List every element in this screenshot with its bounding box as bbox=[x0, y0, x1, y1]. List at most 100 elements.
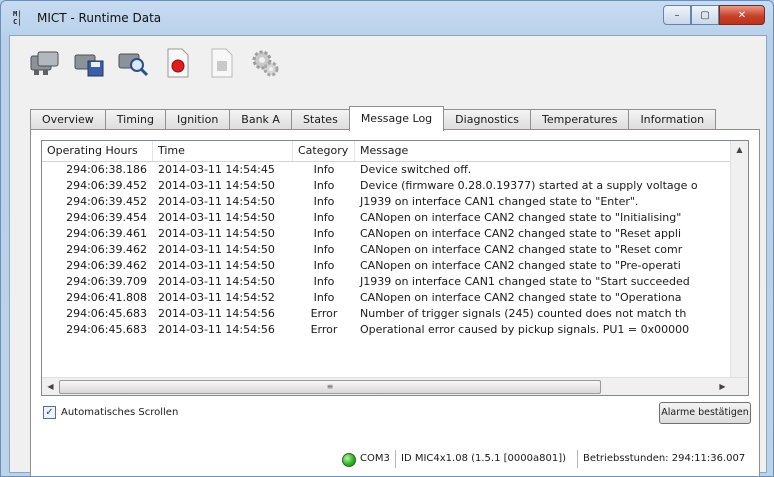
tab-temperatures[interactable]: Temperatures bbox=[530, 109, 630, 130]
search-icon bbox=[118, 53, 149, 77]
status-port: COM3 bbox=[360, 453, 390, 464]
time-cell: 2014-03-11 14:54:50 bbox=[158, 195, 275, 208]
category-cell: Info bbox=[313, 227, 335, 240]
time-cell: 2014-03-11 14:54:50 bbox=[158, 243, 275, 256]
maximize-icon: ▢ bbox=[700, 9, 710, 21]
close-button[interactable]: ✕ bbox=[719, 5, 765, 25]
tab-diagnostics[interactable]: Diagnostics bbox=[443, 109, 532, 130]
list-body: 294:06:38.186 2014-03-11 14:54:45 Info Devi… bbox=[42, 162, 731, 378]
table-row[interactable]: 294:06:39.461 2014-03-11 14:54:50 Info CANo… bbox=[42, 226, 731, 242]
table-row[interactable]: 294:06:38.186 2014-03-11 14:54:45 Info Devi… bbox=[42, 162, 731, 178]
vertical-scrollbar[interactable]: ▲ bbox=[730, 141, 748, 378]
client-area: Overview Timing Ignition Bank A States M… bbox=[9, 35, 767, 476]
acknowledge-alarms-button[interactable]: Alarme bestätigen bbox=[659, 402, 751, 424]
record-button[interactable] bbox=[158, 44, 196, 82]
category-cell: Info bbox=[313, 259, 335, 272]
tab-overview[interactable]: Overview bbox=[30, 109, 106, 130]
operating-hours-cell: 294:06:39.454 bbox=[66, 211, 147, 224]
window-controls: – ▢ ✕ bbox=[663, 5, 765, 25]
message-cell: J1939 on interface CAN1 changed state to… bbox=[360, 195, 639, 208]
message-cell: CANopen on interface CAN2 changed state … bbox=[360, 211, 682, 224]
table-row[interactable]: 294:06:45.683 2014-03-11 14:54:56 Error Num… bbox=[42, 306, 731, 322]
category-cell: Info bbox=[313, 291, 335, 304]
read-engines-button[interactable] bbox=[26, 44, 64, 82]
tab-strip: Overview Timing Ignition Bank A States M… bbox=[30, 106, 717, 131]
scroll-left-icon[interactable]: ◀ bbox=[42, 378, 59, 395]
settings-gear-icon bbox=[252, 50, 279, 77]
time-cell: 2014-03-11 14:54:56 bbox=[158, 323, 275, 336]
message-cell: CANopen on interface CAN2 changed state … bbox=[360, 243, 683, 256]
category-cell: Info bbox=[313, 195, 335, 208]
save-button[interactable] bbox=[70, 44, 108, 82]
toolbar bbox=[26, 44, 284, 86]
scroll-right-icon[interactable]: ▶ bbox=[714, 378, 731, 395]
status-runtime: Betriebsstunden: 294:11:36.007 bbox=[583, 453, 746, 464]
scroll-up-icon[interactable]: ▲ bbox=[731, 141, 748, 158]
table-row[interactable]: 294:06:39.709 2014-03-11 14:54:50 Info J193… bbox=[42, 274, 731, 290]
tab-ignition[interactable]: Ignition bbox=[164, 109, 231, 130]
stop-icon bbox=[211, 48, 233, 78]
settings-button[interactable] bbox=[246, 44, 284, 82]
maximize-button[interactable]: ▢ bbox=[691, 5, 719, 25]
operating-hours-cell: 294:06:39.462 bbox=[66, 243, 147, 256]
tab-timing[interactable]: Timing bbox=[104, 109, 166, 130]
main-window: M| C| MICT - Runtime Data – ▢ ✕ Overview… bbox=[0, 0, 774, 477]
message-log-list[interactable]: Operating Hours Time Category Message 29… bbox=[41, 140, 749, 396]
message-cell: CANopen on interface CAN2 changed state … bbox=[360, 291, 682, 304]
status-device-id: ID MIC4x1.08 (1.5.1 [0000a801]) bbox=[401, 453, 567, 464]
table-row[interactable]: 294:06:39.462 2014-03-11 14:54:50 Info CANo… bbox=[42, 258, 731, 274]
table-row[interactable]: 294:06:39.452 2014-03-11 14:54:50 Info J193… bbox=[42, 194, 731, 210]
operating-hours-cell: 294:06:39.452 bbox=[66, 179, 147, 192]
minimize-icon: – bbox=[674, 9, 680, 21]
category-cell: Info bbox=[313, 275, 335, 288]
table-row[interactable]: 294:06:39.452 2014-03-11 14:54:50 Info Devi… bbox=[42, 178, 731, 194]
message-cell: CANopen on interface CAN2 changed state … bbox=[360, 259, 681, 272]
operating-hours-cell: 294:06:39.461 bbox=[66, 227, 147, 240]
tab-bank-a[interactable]: Bank A bbox=[229, 109, 292, 130]
autoscroll-option[interactable]: ✓ Automatisches Scrollen bbox=[43, 406, 178, 419]
table-row[interactable]: 294:06:41.808 2014-03-11 14:54:52 Info CANo… bbox=[42, 290, 731, 306]
operating-hours-cell: 294:06:38.186 bbox=[66, 163, 147, 176]
minimize-button[interactable]: – bbox=[663, 5, 691, 25]
read-engines-icon bbox=[30, 51, 59, 75]
column-operating-hours[interactable]: Operating Hours bbox=[42, 141, 153, 161]
message-cell: CANopen on interface CAN2 changed state … bbox=[360, 227, 682, 240]
close-icon: ✕ bbox=[737, 9, 747, 21]
autoscroll-checkbox[interactable]: ✓ bbox=[43, 406, 56, 419]
time-cell: 2014-03-11 14:54:50 bbox=[158, 259, 275, 272]
message-cell: Number of trigger signals (245) counted … bbox=[360, 307, 687, 320]
mict-app-icon: M| C| bbox=[13, 10, 22, 26]
message-cell: J1939 on interface CAN1 changed state to… bbox=[360, 275, 690, 288]
save-disk-icon bbox=[74, 54, 104, 77]
column-category[interactable]: Category bbox=[293, 141, 355, 161]
tab-message-log[interactable]: Message Log bbox=[348, 106, 445, 131]
operating-hours-cell: 294:06:41.808 bbox=[66, 291, 147, 304]
title-bar[interactable]: M| C| MICT - Runtime Data – ▢ ✕ bbox=[1, 1, 773, 35]
window-title: MICT - Runtime Data bbox=[37, 11, 162, 25]
table-row[interactable]: 294:06:39.454 2014-03-11 14:54:50 Info CANo… bbox=[42, 210, 731, 226]
operating-hours-cell: 294:06:45.683 bbox=[66, 307, 147, 320]
time-cell: 2014-03-11 14:54:50 bbox=[158, 227, 275, 240]
time-cell: 2014-03-11 14:54:45 bbox=[158, 163, 275, 176]
time-cell: 2014-03-11 14:54:50 bbox=[158, 275, 275, 288]
horizontal-scrollbar[interactable]: ◀ ≡ ▶ bbox=[42, 377, 748, 395]
column-time[interactable]: Time bbox=[153, 141, 293, 161]
time-cell: 2014-03-11 14:54:56 bbox=[158, 307, 275, 320]
status-bar: COM3 ID MIC4x1.08 (1.5.1 [0000a801]) Bet… bbox=[10, 446, 766, 472]
list-header: Operating Hours Time Category Message bbox=[42, 141, 731, 162]
tab-information[interactable]: Information bbox=[628, 109, 717, 130]
message-cell: Operational error caused by pickup signa… bbox=[360, 323, 690, 336]
checkmark-icon: ✓ bbox=[45, 407, 54, 418]
message-log-panel: Operating Hours Time Category Message 29… bbox=[30, 129, 760, 476]
autoscroll-label[interactable]: Automatisches Scrollen bbox=[61, 407, 178, 418]
operating-hours-cell: 294:06:39.709 bbox=[66, 275, 147, 288]
message-cell: Device (firmware 0.28.0.19377) started a… bbox=[360, 179, 698, 192]
tab-states[interactable]: States bbox=[290, 109, 350, 130]
connection-led-icon bbox=[342, 453, 356, 467]
search-button[interactable] bbox=[114, 44, 152, 82]
horizontal-scroll-thumb[interactable]: ≡ bbox=[59, 380, 601, 394]
table-row[interactable]: 294:06:45.683 2014-03-11 14:54:56 Error Ope… bbox=[42, 322, 731, 338]
stop-button[interactable] bbox=[202, 44, 240, 82]
column-message[interactable]: Message bbox=[355, 141, 731, 161]
table-row[interactable]: 294:06:39.462 2014-03-11 14:54:50 Info CANo… bbox=[42, 242, 731, 258]
